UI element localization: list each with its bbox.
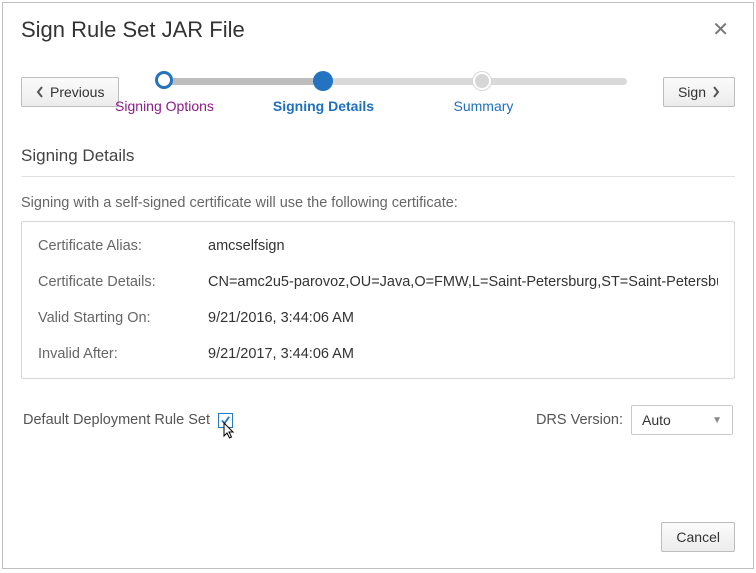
previous-button[interactable]: Previous <box>21 77 119 107</box>
cert-valid-label: Valid Starting On: <box>38 310 208 326</box>
chevron-left-icon <box>36 86 44 98</box>
cert-valid-value: 9/21/2016, 3:44:06 AM <box>208 310 718 326</box>
default-drs-checkbox[interactable] <box>218 413 233 428</box>
drs-version-select[interactable]: Auto ▼ <box>631 405 733 435</box>
section-title: Signing Details <box>21 136 735 177</box>
cancel-button-label: Cancel <box>676 529 720 545</box>
dialog: Sign Rule Set JAR File ✕ Previous Signin… <box>2 2 754 569</box>
wizard-steps: Signing Options Signing Details Summary <box>133 68 649 116</box>
dialog-title: Sign Rule Set JAR File <box>21 17 245 43</box>
step-node-3[interactable] <box>473 72 491 90</box>
cert-row-details: Certificate Details: CN=amc2u5-parovoz,O… <box>38 274 718 290</box>
step-label-2: Signing Details <box>273 98 374 114</box>
cert-details-label: Certificate Details: <box>38 274 208 290</box>
cert-alias-label: Certificate Alias: <box>38 238 208 254</box>
section-intro: Signing with a self-signed certificate w… <box>21 195 735 211</box>
cert-details-value: CN=amc2u5-parovoz,OU=Java,O=FMW,L=Saint-… <box>208 274 718 290</box>
cert-row-valid: Valid Starting On: 9/21/2016, 3:44:06 AM <box>38 310 718 326</box>
step-node-1[interactable] <box>155 71 173 89</box>
step-label-3: Summary <box>454 98 514 114</box>
step-node-2[interactable] <box>313 71 333 91</box>
check-icon <box>220 415 231 426</box>
title-bar: Sign Rule Set JAR File ✕ <box>3 3 753 62</box>
cert-invalid-label: Invalid After: <box>38 346 208 362</box>
drs-version-label: DRS Version: <box>536 412 623 428</box>
cancel-button[interactable]: Cancel <box>661 522 735 552</box>
sign-button-label: Sign <box>678 84 706 100</box>
drs-version-value: Auto <box>642 412 671 428</box>
close-icon[interactable]: ✕ <box>706 15 735 44</box>
chevron-down-icon: ▼ <box>712 415 722 426</box>
wizard-row: Previous Signing Options Signing Details… <box>3 62 753 128</box>
cert-row-invalid: Invalid After: 9/21/2017, 3:44:06 AM <box>38 346 718 362</box>
cert-row-alias: Certificate Alias: amcselfsign <box>38 238 718 254</box>
footer: Cancel <box>3 512 753 568</box>
body-area: Signing Details Signing with a self-sign… <box>3 128 753 512</box>
certificate-box: Certificate Alias: amcselfsign Certifica… <box>21 221 735 379</box>
chevron-right-icon <box>712 86 720 98</box>
cert-alias-value: amcselfsign <box>208 238 718 254</box>
step-label-1: Signing Options <box>115 98 214 114</box>
previous-button-label: Previous <box>50 84 104 100</box>
sign-button[interactable]: Sign <box>663 77 735 107</box>
step-track-fill <box>161 78 319 85</box>
options-row: Default Deployment Rule Set DRS Version:… <box>21 379 735 439</box>
cert-invalid-value: 9/21/2017, 3:44:06 AM <box>208 346 718 362</box>
default-drs-label: Default Deployment Rule Set <box>23 412 210 428</box>
